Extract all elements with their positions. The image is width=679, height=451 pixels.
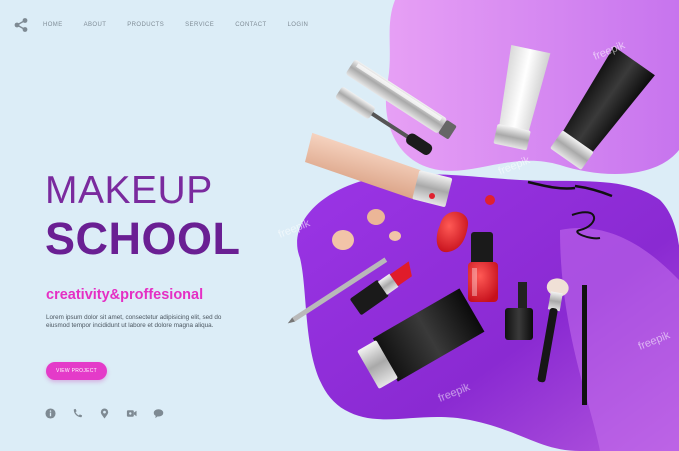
info-icon[interactable] [45,408,56,419]
video-icon[interactable] [126,408,137,419]
view-project-button[interactable]: VIEW PROJECT [46,362,107,380]
share-icon[interactable] [13,17,29,33]
phone-icon[interactable] [72,408,83,419]
nav-login[interactable]: LOGIN [288,22,309,28]
hero-title-line1: MAKEUP [45,169,213,212]
hero-tagline: creativity&proffesional [46,287,204,303]
nav-contact[interactable]: CONTACT [235,22,266,28]
nav-about[interactable]: ABOUT [84,22,107,28]
contact-icons [45,408,180,419]
nav-products[interactable]: PRODUCTS [127,22,164,28]
nav-home[interactable]: HOME [43,22,63,28]
chat-icon[interactable] [153,408,164,419]
location-icon[interactable] [99,408,110,419]
landing-page: freepik freepik freepik freepik freepik … [0,0,679,451]
top-navigation: HOME ABOUT PRODUCTS SERVICE CONTACT LOGI… [13,15,329,35]
hero-title-line2: SCHOOL [45,213,241,264]
nav-service[interactable]: SERVICE [185,22,214,28]
hero-description: Lorem ipsum dolor sit amet, consectetur … [46,314,222,329]
